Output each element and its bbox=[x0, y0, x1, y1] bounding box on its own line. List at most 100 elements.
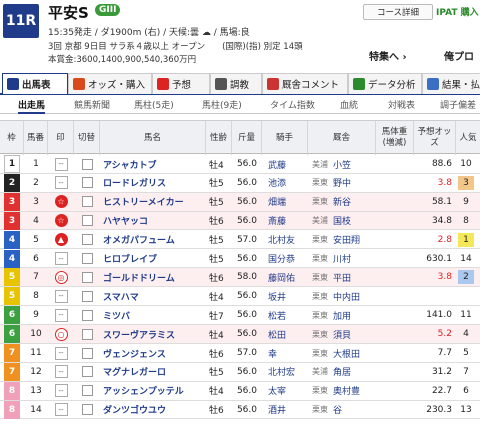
trainer-link[interactable]: 大根田 bbox=[333, 344, 373, 362]
col-num[interactable]: 馬番 bbox=[24, 121, 48, 155]
horse-name-link[interactable]: ヒロブレイブ bbox=[103, 250, 203, 268]
checkbox[interactable] bbox=[81, 366, 93, 378]
switch-checkbox[interactable] bbox=[80, 231, 94, 249]
ipat-button[interactable]: IPAT 購入 bbox=[436, 5, 479, 18]
special-feature-link[interactable]: 特集へ › bbox=[369, 48, 407, 63]
table-row[interactable]: 7 11 -- ヴェンジェンス 牡6 57.0 幸栗東 大根田 7.7 5 bbox=[0, 344, 480, 363]
tab-4[interactable]: 厩舎コメント bbox=[262, 73, 348, 94]
jockey-link[interactable]: 北村友 bbox=[268, 231, 302, 249]
table-row[interactable]: 7 12 -- マグナレガーロ 牡5 56.0 北村宏 美浦 角居 31.2 7 bbox=[0, 362, 480, 382]
prediction-mark[interactable]: -- bbox=[52, 306, 70, 324]
prediction-mark[interactable]: ◎ bbox=[52, 268, 70, 286]
switch-checkbox[interactable] bbox=[80, 155, 94, 173]
table-row[interactable]: 1 1 -- アシャカトブ 牡4 56.0 武藤 美浦 小笠 88.6 10 bbox=[0, 155, 480, 174]
subtab-7[interactable]: 調子偏差 bbox=[440, 98, 476, 111]
jockey-link[interactable]: 太宰 bbox=[268, 382, 302, 400]
tab-6[interactable]: 結果・払 bbox=[422, 73, 480, 94]
table-row[interactable]: 8 13 -- アッシェンプッテル 牡4 56.0 太宰 栗東 奥村豊 22.7 6 bbox=[0, 381, 480, 401]
prediction-mark[interactable]: ☆ bbox=[52, 212, 70, 230]
switch-checkbox[interactable] bbox=[80, 344, 94, 362]
table-row[interactable]: 4 6 -- ヒロブレイブ 牡5 56.0 国分恭 栗東 川村 630.1 14 bbox=[0, 249, 480, 269]
trainer-link[interactable]: 谷 bbox=[333, 401, 373, 419]
prediction-mark[interactable]: -- bbox=[52, 363, 70, 381]
checkbox[interactable] bbox=[81, 234, 93, 246]
jockey-link[interactable]: 幸 bbox=[268, 344, 302, 362]
checkbox[interactable] bbox=[81, 177, 93, 189]
table-row[interactable]: 8 14 -- ダンツゴウユウ 牡6 56.0 酒井 栗東谷 230.3 13 bbox=[0, 400, 480, 420]
table-row[interactable]: 5 8 -- スマハマ 牡4 56.0 坂井 栗東 中内田 bbox=[0, 287, 480, 307]
prediction-mark[interactable]: -- bbox=[52, 401, 70, 419]
table-row[interactable]: 3 3 ☆ ヒストリーメイカー 牡5 56.0 畑端 栗東 新谷 58.1 9 bbox=[0, 192, 480, 212]
horse-name-link[interactable]: アシャカトブ bbox=[103, 155, 203, 173]
subtab-5[interactable]: 血統 bbox=[340, 98, 358, 111]
my-pro-link[interactable]: 俺プロ bbox=[444, 48, 474, 63]
jockey-link[interactable]: 藤岡佑 bbox=[268, 268, 302, 286]
table-row[interactable]: 5 7 ◎ ゴールドドリーム 牡6 58.0 藤岡佑 栗東 平田 3.8 2 bbox=[0, 268, 480, 288]
horse-name-link[interactable]: スワーヴアラミス bbox=[103, 325, 203, 343]
table-row[interactable]: 3 4 ☆ ハヤヤッコ 牡6 56.0 斎藤 美浦 国枝 34.8 8 bbox=[0, 211, 480, 231]
prediction-mark[interactable]: -- bbox=[52, 250, 70, 268]
prediction-mark[interactable]: ▲ bbox=[52, 231, 70, 249]
jockey-link[interactable]: 武藤 bbox=[268, 155, 302, 173]
horse-name-link[interactable]: マグナレガーロ bbox=[103, 363, 203, 381]
col-stable[interactable]: 厩舎 bbox=[308, 121, 376, 155]
col-body-weight[interactable]: 馬体重(増減) bbox=[376, 121, 414, 155]
checkbox[interactable] bbox=[81, 158, 93, 170]
subtab-4[interactable]: タイム指数 bbox=[270, 98, 315, 111]
horse-name-link[interactable]: ゴールドドリーム bbox=[103, 268, 203, 286]
subtab-6[interactable]: 対戦表 bbox=[388, 98, 415, 111]
col-horse-name[interactable]: 馬名 bbox=[100, 121, 206, 155]
trainer-link[interactable]: 安田翔 bbox=[333, 231, 373, 249]
col-waku[interactable]: 枠 bbox=[0, 121, 24, 155]
switch-checkbox[interactable] bbox=[80, 174, 94, 192]
checkbox[interactable] bbox=[81, 328, 93, 340]
course-detail-button[interactable]: コース詳細 bbox=[363, 4, 433, 20]
trainer-link[interactable]: 中内田 bbox=[333, 287, 373, 305]
switch-checkbox[interactable] bbox=[80, 306, 94, 324]
table-row[interactable]: 6 10 ○ スワーヴアラミス 牡4 56.0 松田 栗東 須貝 5.2 4 bbox=[0, 325, 480, 344]
switch-checkbox[interactable] bbox=[80, 250, 94, 268]
switch-checkbox[interactable] bbox=[80, 287, 94, 305]
tab-2[interactable]: 予想 bbox=[152, 73, 210, 94]
trainer-link[interactable]: 加用 bbox=[333, 306, 373, 324]
trainer-link[interactable]: 須貝 bbox=[333, 325, 373, 343]
tab-1[interactable]: オッズ・購入 bbox=[68, 73, 152, 94]
checkbox[interactable] bbox=[81, 271, 93, 283]
checkbox[interactable] bbox=[81, 253, 93, 264]
horse-name-link[interactable]: スマハマ bbox=[103, 287, 203, 305]
table-row[interactable]: 4 5 ▲ オメガパフューム 牡5 57.0 北村友 栗東 安田翔 2.8 1 bbox=[0, 230, 480, 250]
horse-name-link[interactable]: オメガパフューム bbox=[103, 231, 203, 249]
jockey-link[interactable]: 松田 bbox=[268, 325, 302, 343]
prediction-mark[interactable]: -- bbox=[52, 174, 70, 192]
jockey-link[interactable]: 国分恭 bbox=[268, 250, 302, 268]
subtab-3[interactable]: 馬柱(9走) bbox=[202, 98, 242, 111]
horse-name-link[interactable]: アッシェンプッテル bbox=[103, 382, 203, 400]
switch-checkbox[interactable] bbox=[80, 212, 94, 230]
prediction-mark[interactable]: -- bbox=[52, 155, 70, 173]
checkbox[interactable] bbox=[81, 215, 93, 227]
trainer-link[interactable]: 国枝 bbox=[333, 212, 373, 230]
switch-checkbox[interactable] bbox=[80, 325, 94, 343]
table-row[interactable]: 6 9 -- ミツバ 牡7 56.0 松若 栗東 加用 141.0 11 bbox=[0, 306, 480, 325]
horse-name-link[interactable]: ダンツゴウユウ bbox=[103, 401, 203, 419]
switch-checkbox[interactable] bbox=[80, 268, 94, 286]
trainer-link[interactable]: 野中 bbox=[333, 174, 373, 192]
tab-0[interactable]: 出馬表 bbox=[2, 73, 68, 94]
horse-name-link[interactable]: ミツバ bbox=[103, 306, 203, 324]
checkbox[interactable] bbox=[81, 404, 93, 416]
jockey-link[interactable]: 池添 bbox=[268, 174, 302, 192]
tab-3[interactable]: 調教 bbox=[210, 73, 262, 94]
prediction-mark[interactable]: ○ bbox=[52, 325, 70, 343]
jockey-link[interactable]: 斎藤 bbox=[268, 212, 302, 230]
checkbox[interactable] bbox=[81, 347, 93, 359]
subtab-0[interactable]: 出走馬 bbox=[18, 98, 46, 114]
prediction-mark[interactable]: -- bbox=[52, 382, 70, 400]
col-popularity[interactable]: 人気 bbox=[456, 121, 480, 155]
trainer-link[interactable]: 川村 bbox=[333, 250, 373, 268]
subtab-2[interactable]: 馬柱(5走) bbox=[134, 98, 174, 111]
switch-checkbox[interactable] bbox=[80, 401, 94, 419]
prediction-mark[interactable]: ☆ bbox=[52, 193, 70, 211]
trainer-link[interactable]: 小笠 bbox=[333, 155, 373, 173]
switch-checkbox[interactable] bbox=[80, 363, 94, 381]
tab-5[interactable]: データ分析 bbox=[348, 73, 422, 94]
